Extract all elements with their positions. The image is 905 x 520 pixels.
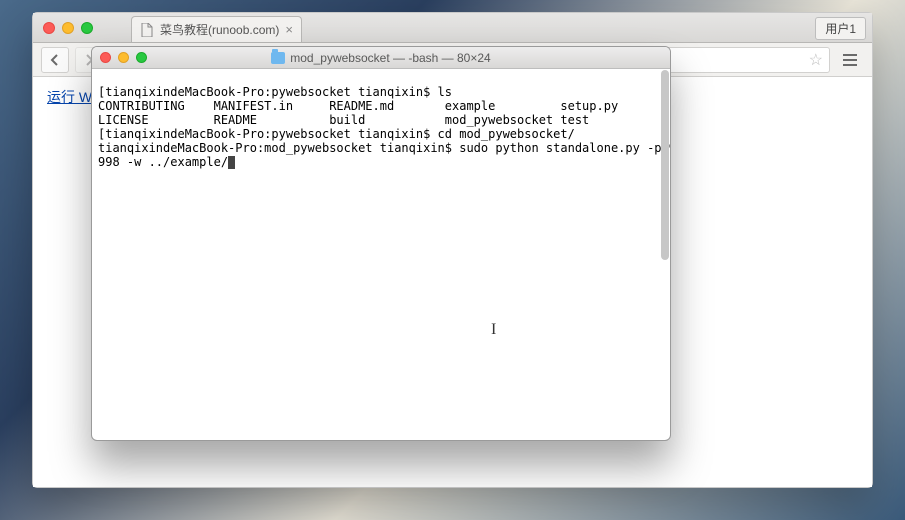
tab-close-icon[interactable]: × [285, 22, 293, 37]
terminal-titlebar[interactable]: mod_pywebsocket — -bash — 80×24 [92, 47, 670, 69]
close-window-icon[interactable] [43, 22, 55, 34]
terminal-line: tianqixindeMacBook-Pro:mod_pywebsocket t… [98, 141, 670, 155]
browser-tab[interactable]: 菜鸟教程(runoob.com) × [131, 16, 302, 42]
page-icon [140, 23, 154, 37]
browser-window-controls [33, 13, 103, 42]
terminal-title: mod_pywebsocket — -bash — 80×24 [92, 51, 670, 65]
terminal-body[interactable]: [tianqixindeMacBook-Pro:pywebsocket tian… [92, 69, 670, 440]
terminal-line: [tianqixindeMacBook-Pro:pywebsocket tian… [98, 127, 670, 141]
minimize-window-icon[interactable] [62, 22, 74, 34]
back-button[interactable] [41, 47, 69, 73]
close-window-icon[interactable] [100, 52, 111, 63]
terminal-scrollbar[interactable] [661, 70, 669, 260]
terminal-cursor [228, 156, 235, 169]
zoom-window-icon[interactable] [81, 22, 93, 34]
terminal-title-text: mod_pywebsocket — -bash — 80×24 [290, 51, 490, 65]
terminal-line: CONTRIBUTING MANIFEST.in README.md examp… [98, 99, 618, 113]
folder-icon [271, 52, 285, 64]
terminal-line: 998 -w ../example/ [98, 155, 228, 169]
text-ibeam-icon: I [491, 323, 496, 337]
minimize-window-icon[interactable] [118, 52, 129, 63]
terminal-window: mod_pywebsocket — -bash — 80×24 [tianqix… [91, 46, 671, 441]
tab-title: 菜鸟教程(runoob.com) [160, 21, 279, 38]
bookmark-star-icon[interactable]: ☆ [809, 50, 823, 70]
terminal-window-controls [92, 47, 155, 68]
zoom-window-icon[interactable] [136, 52, 147, 63]
terminal-line: LICENSE README build mod_pywebsocket tes… [98, 113, 589, 127]
menu-button[interactable] [836, 47, 864, 73]
terminal-line: [tianqixindeMacBook-Pro:pywebsocket tian… [98, 85, 452, 99]
user-button[interactable]: 用户1 [815, 17, 866, 40]
browser-tabstrip: 菜鸟教程(runoob.com) × 用户1 [33, 13, 872, 43]
